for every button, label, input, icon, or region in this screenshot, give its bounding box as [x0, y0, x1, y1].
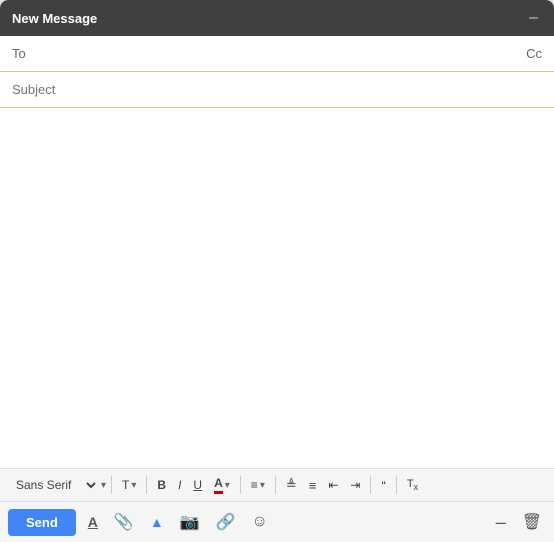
unordered-list-button[interactable]: ≡ — [304, 475, 322, 496]
remove-format-button[interactable]: Tx — [402, 475, 423, 495]
to-input[interactable] — [32, 46, 526, 61]
divider-1 — [111, 476, 112, 494]
insert-emoji-button[interactable]: ☺ — [248, 509, 272, 535]
attach-icon: 📎 — [114, 512, 134, 532]
text-color-chevron-icon: ▾ — [225, 480, 230, 491]
align-label: ≡ — [251, 478, 258, 492]
drive-icon: ▲ — [150, 514, 164, 530]
minimize-icon: – — [496, 513, 506, 531]
formatting-bar: Sans Serif Serif Monospace ▾ T ▾ B I U A… — [0, 468, 554, 501]
to-label: To — [12, 46, 32, 61]
compose-body[interactable] — [0, 108, 554, 468]
subject-input[interactable] — [12, 82, 542, 97]
minimize-button[interactable]: – — [525, 10, 542, 26]
google-drive-button[interactable]: ▲ — [146, 510, 168, 534]
divider-2 — [146, 476, 147, 494]
italic-button[interactable]: I — [173, 475, 186, 495]
bold-button[interactable]: B — [152, 475, 171, 495]
compose-title: New Message — [12, 11, 97, 26]
font-family-select[interactable]: Sans Serif Serif Monospace — [8, 475, 99, 495]
cc-link[interactable]: Cc — [526, 46, 542, 61]
align-chevron-icon: ▾ — [260, 480, 265, 491]
photo-icon: 📷 — [180, 512, 200, 532]
divider-4 — [275, 476, 276, 494]
emoji-icon: ☺ — [252, 513, 268, 531]
compose-window: New Message – To Cc Sans Serif Serif Mon… — [0, 0, 554, 542]
divider-6 — [396, 476, 397, 494]
indent-less-icon: ⇤ — [328, 478, 338, 492]
ordered-list-button[interactable]: ≜ — [281, 474, 302, 496]
insert-photo-button[interactable]: 📷 — [176, 508, 204, 536]
delete-icon: 🗑 — [522, 512, 542, 532]
compose-toolbar: Send A 📎 ▲ 📷 🔗 ☺ – 🗑 — [0, 501, 554, 542]
indent-more-button[interactable]: ⇥ — [345, 475, 365, 495]
send-button[interactable]: Send — [8, 509, 76, 536]
font-family-chevron-icon: ▾ — [101, 480, 106, 491]
unordered-list-icon: ≡ — [309, 478, 317, 493]
remove-format-label: Tx — [407, 478, 418, 492]
font-size-label: T — [122, 478, 129, 492]
divider-3 — [240, 476, 241, 494]
text-formatting-icon: A — [88, 514, 98, 530]
minimize-window-button[interactable]: – — [492, 509, 510, 535]
link-icon: 🔗 — [216, 512, 236, 532]
subject-row — [0, 72, 554, 108]
blockquote-button[interactable]: “ — [376, 475, 390, 496]
insert-link-button[interactable]: 🔗 — [212, 508, 240, 536]
ordered-list-icon: ≜ — [286, 477, 297, 493]
font-size-chevron-icon: ▾ — [131, 480, 136, 491]
compose-header: New Message – — [0, 0, 554, 36]
text-color-label: A — [214, 476, 223, 494]
blockquote-icon: “ — [381, 478, 385, 493]
font-size-button[interactable]: T ▾ — [117, 475, 141, 495]
text-formatting-button[interactable]: A — [84, 510, 102, 534]
to-row: To Cc — [0, 36, 554, 72]
align-button[interactable]: ≡ ▾ — [246, 475, 270, 495]
header-controls: – — [525, 10, 542, 26]
indent-more-icon: ⇥ — [350, 478, 360, 492]
divider-5 — [370, 476, 371, 494]
text-color-button[interactable]: A ▾ — [209, 473, 235, 497]
attach-file-button[interactable]: 📎 — [110, 508, 138, 536]
underline-button[interactable]: U — [188, 475, 207, 495]
indent-less-button[interactable]: ⇤ — [323, 475, 343, 495]
delete-button[interactable]: 🗑 — [518, 508, 546, 536]
